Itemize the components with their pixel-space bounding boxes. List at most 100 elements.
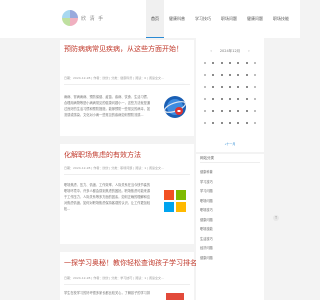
calendar-day[interactable] <box>226 96 234 102</box>
windows-logo-icon[interactable] <box>162 188 188 214</box>
nav-item-workplace-issues[interactable]: 职场问题 <box>216 0 242 38</box>
calendar-day[interactable] <box>226 72 234 78</box>
calendar-day[interactable] <box>209 108 217 114</box>
calendar-day[interactable] <box>226 120 234 126</box>
calendar-day[interactable] <box>209 60 217 66</box>
calendar-day-marker <box>220 98 223 100</box>
calendar-day-marker <box>204 74 207 76</box>
article-title[interactable]: 化解职场焦虑的有效方法 <box>64 150 141 160</box>
calendar-day[interactable] <box>218 120 226 126</box>
category-panel: 网站分类 健康科普 学习技巧 学习问题 职场问题 职场技巧 健康问题 职场技能 生活技巧 经济问… <box>196 154 264 300</box>
nav-item-health-issues[interactable]: 健康问题 <box>242 0 268 38</box>
calendar-day[interactable] <box>251 72 259 78</box>
category-link[interactable]: 职场技巧 <box>200 206 260 216</box>
category-link[interactable]: 职场问题 <box>200 197 260 207</box>
calendar-day[interactable] <box>209 96 217 102</box>
category-link[interactable]: 学习技巧 <box>200 178 260 188</box>
calendar-day[interactable] <box>242 84 250 90</box>
calendar-day[interactable] <box>201 60 209 66</box>
calendar-day[interactable] <box>234 60 242 66</box>
calendar-day[interactable] <box>242 108 250 114</box>
nav-item-home[interactable]: 首页 <box>146 0 164 38</box>
nav-item-workplace-skills[interactable]: 职场技能 <box>268 0 294 38</box>
calendar-day[interactable] <box>209 72 217 78</box>
calendar-day[interactable] <box>201 108 209 114</box>
calendar-day[interactable] <box>201 84 209 90</box>
calendar-day-marker <box>245 122 248 124</box>
calendar-header: ‹ 2024年12月 › <box>196 46 264 56</box>
calendar-grid <box>201 60 259 126</box>
arrow-up-icon[interactable]: ↑ <box>273 215 279 221</box>
calendar-day-marker <box>204 122 207 124</box>
calendar-day[interactable] <box>226 60 234 66</box>
nav-item-health-science[interactable]: 健康科普 <box>164 0 190 38</box>
calendar-day-marker <box>212 62 215 64</box>
chevron-right-icon[interactable]: › <box>248 49 249 53</box>
divider <box>64 174 190 175</box>
calendar-day[interactable] <box>242 60 250 66</box>
calendar-day[interactable] <box>209 120 217 126</box>
calendar-day[interactable] <box>242 96 250 102</box>
calendar-prev-month-link[interactable]: «十一月 <box>196 142 264 146</box>
calendar-day[interactable] <box>201 120 209 126</box>
calendar-day-marker <box>212 110 215 112</box>
calendar-day[interactable] <box>226 108 234 114</box>
calendar-day-marker <box>228 98 231 100</box>
calendar-widget: ‹ 2024年12月 › «十一月 <box>196 38 264 152</box>
calendar-day[interactable] <box>251 60 259 66</box>
calendar-day[interactable] <box>234 96 242 102</box>
calendar-day[interactable] <box>242 72 250 78</box>
calendar-day-marker <box>204 98 207 100</box>
calendar-day-marker <box>237 110 240 112</box>
chevron-left-icon[interactable]: ‹ <box>210 49 211 53</box>
category-link[interactable]: 经济问题 <box>200 244 260 254</box>
calendar-day[interactable] <box>218 108 226 114</box>
logo-icon <box>62 10 78 26</box>
category-link[interactable]: 学习问题 <box>200 187 260 197</box>
article-meta: 日期：2024-12-28 | 作者：欣欣 | 分类：学习技巧 | 阅读：1 |… <box>64 276 164 280</box>
calendar-day[interactable] <box>251 84 259 90</box>
article-title[interactable]: 一探学习奥秘！教你轻松查询孩子学习排名！ <box>64 258 204 268</box>
calendar-day-marker <box>253 86 256 88</box>
calendar-day-marker <box>228 74 231 76</box>
calendar-day-marker <box>237 122 240 124</box>
category-link[interactable]: 健康问题 <box>200 254 260 264</box>
calendar-day[interactable] <box>226 84 234 90</box>
calendar-day-marker <box>245 86 248 88</box>
calendar-day[interactable] <box>218 84 226 90</box>
category-link[interactable]: 职场技能 <box>200 225 260 235</box>
category-link[interactable]: 健康科普 <box>200 168 260 178</box>
category-list: 健康科普 学习技巧 学习问题 职场问题 职场技巧 健康问题 职场技能 生活技巧 经济问题 健康问题 <box>200 168 260 263</box>
calendar-day-marker <box>220 122 223 124</box>
calendar-day-marker <box>253 122 256 124</box>
category-link[interactable]: 生活技巧 <box>200 235 260 245</box>
red-square-icon[interactable] <box>162 288 188 300</box>
calendar-day[interactable] <box>234 108 242 114</box>
calendar-day-marker <box>204 110 207 112</box>
category-link[interactable]: 健康问题 <box>200 216 260 226</box>
calendar-day-marker <box>253 74 256 76</box>
article-meta: 日期：2024-12-28 | 作者：欣欣 | 分类：职场问题 | 阅读：1 |… <box>64 166 164 170</box>
article-card: 化解职场焦虑的有效方法 日期：2024-12-28 | 作者：欣欣 | 分类：职… <box>60 144 194 244</box>
calendar-day[interactable] <box>234 120 242 126</box>
browser-globe-icon[interactable] <box>162 94 188 120</box>
calendar-day[interactable] <box>234 72 242 78</box>
article-meta: 日期：2024-12-28 | 作者：欣欣 | 分类：健康科普 | 阅读：0 |… <box>64 76 164 80</box>
calendar-day-marker <box>204 86 207 88</box>
calendar-day[interactable] <box>251 108 259 114</box>
calendar-day[interactable] <box>251 96 259 102</box>
site-logo[interactable]: 欣 清 手 <box>62 10 104 26</box>
nav-item-study-tips[interactable]: 学习技巧 <box>190 0 216 38</box>
calendar-day[interactable] <box>209 84 217 90</box>
calendar-day[interactable] <box>201 72 209 78</box>
calendar-day[interactable] <box>234 84 242 90</box>
calendar-day[interactable] <box>218 72 226 78</box>
calendar-day[interactable] <box>218 60 226 66</box>
calendar-day-marker <box>212 98 215 100</box>
calendar-day[interactable] <box>251 120 259 126</box>
calendar-day[interactable] <box>201 96 209 102</box>
calendar-day[interactable] <box>218 96 226 102</box>
article-title[interactable]: 预防病病常见疾病，从这些方面开始！ <box>64 44 183 54</box>
site-header: 欣 清 手 首页 健康科普 学习技巧 职场问题 健康问题 职场技能 <box>0 0 300 38</box>
calendar-day[interactable] <box>242 120 250 126</box>
